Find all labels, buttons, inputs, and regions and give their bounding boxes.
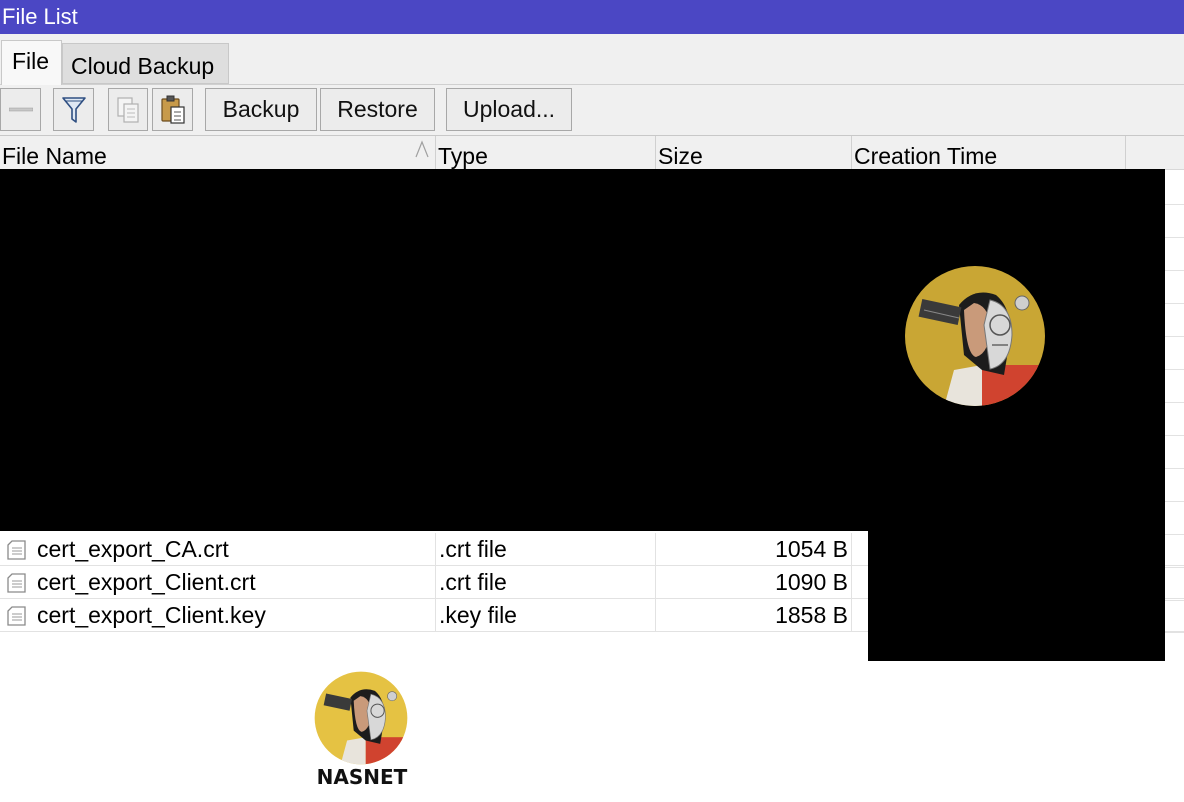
column-header-size[interactable]: Size	[656, 136, 852, 170]
backup-button[interactable]: Backup	[205, 88, 317, 131]
cell-file-name: cert_export_CA.crt	[0, 533, 436, 566]
upload-button[interactable]: Upload...	[446, 88, 572, 131]
grid-line	[1165, 632, 1184, 633]
cell-type: .crt file	[436, 566, 656, 599]
grid-line	[1165, 369, 1184, 370]
table-header: File Name Type Size Creation Time	[0, 136, 1184, 170]
grid-line	[1165, 204, 1184, 205]
column-header-type[interactable]: Type	[436, 136, 656, 170]
toolbar: Backup Restore Upload...	[0, 85, 1184, 136]
grid-line	[1165, 435, 1184, 436]
paste-clipboard-icon	[160, 95, 185, 124]
cell-size: 1858 B	[656, 599, 852, 632]
column-header-creation-time[interactable]: Creation Time	[852, 136, 1126, 170]
cell-type: .crt file	[436, 533, 656, 566]
grid-line	[1165, 336, 1184, 337]
grid-line	[1165, 270, 1184, 271]
grid-line	[1165, 468, 1184, 469]
tab-file[interactable]: File	[1, 40, 62, 85]
cell-size: 1054 B	[656, 533, 852, 566]
grid-line	[1165, 402, 1184, 403]
paste-button[interactable]	[152, 88, 193, 131]
copy-button[interactable]	[108, 88, 148, 131]
filter-funnel-icon	[61, 96, 86, 123]
minus-icon	[8, 107, 33, 111]
cell-file-name: cert_export_Client.crt	[0, 566, 436, 599]
grid-line	[1165, 501, 1184, 502]
filter-button[interactable]	[53, 88, 94, 131]
copy-icon	[117, 96, 139, 123]
brand-name: NASNET	[316, 765, 408, 789]
column-header-label: File Name	[2, 143, 107, 169]
tab-cloud-backup[interactable]: Cloud Backup	[62, 43, 229, 84]
column-header-file-name[interactable]: File Name	[0, 136, 436, 170]
tab-strip: File Cloud Backup	[0, 34, 1184, 85]
cell-file-name: cert_export_Client.key	[0, 599, 436, 632]
cell-type: .key file	[436, 599, 656, 632]
restore-button[interactable]: Restore	[320, 88, 435, 131]
redaction-block	[868, 531, 1165, 661]
grid-line	[1165, 237, 1184, 238]
nasnet-logo-icon	[314, 671, 408, 765]
cell-size: 1090 B	[656, 566, 852, 599]
window-title: File List	[0, 0, 1184, 34]
remove-button[interactable]	[0, 88, 41, 131]
sort-ascending-icon	[415, 140, 429, 164]
nasnet-logo-icon	[905, 266, 1045, 406]
grid-line	[1165, 303, 1184, 304]
